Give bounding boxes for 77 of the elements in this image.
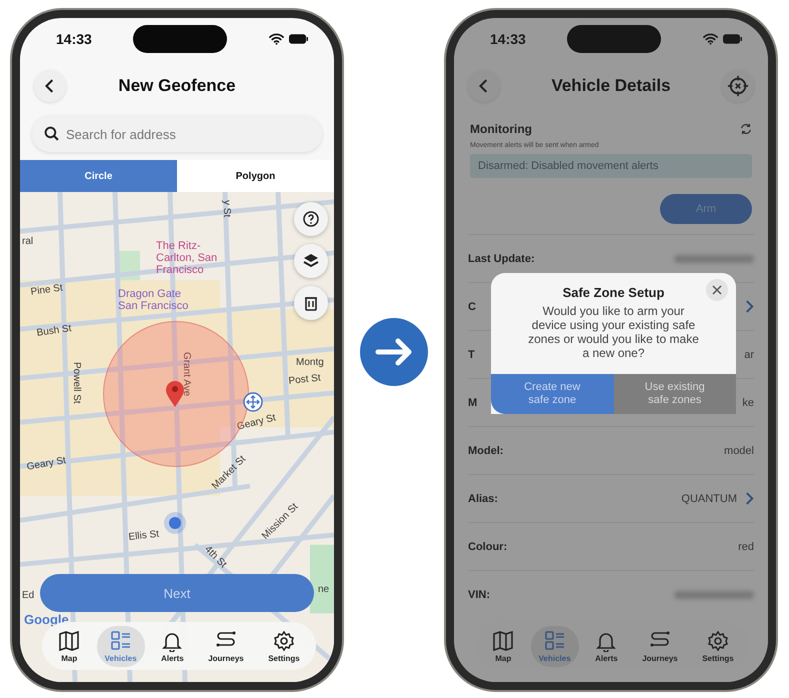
nav-item[interactable]: Journeys	[200, 626, 252, 666]
detail-value: ke	[742, 396, 754, 408]
detail-value: ar	[744, 348, 754, 360]
nav-item[interactable]: Settings	[694, 626, 742, 666]
gear-icon	[272, 630, 295, 652]
detail-value: red	[738, 540, 754, 552]
close-button[interactable]	[706, 279, 728, 301]
screen-title: Vehicle Details	[551, 76, 671, 96]
help-icon	[303, 211, 319, 227]
battery-icon	[723, 34, 742, 44]
detail-label: Alias:	[468, 492, 498, 504]
map-label: Pine St	[30, 282, 64, 298]
nav-item[interactable]: Alerts	[587, 626, 626, 666]
nav-item[interactable]: Settings	[260, 626, 308, 666]
map-label: Post St	[288, 372, 322, 387]
map-icon	[58, 630, 80, 652]
dialog-option-button[interactable]: Use existing safe zones	[614, 374, 736, 414]
nav-item[interactable]: Map	[484, 626, 522, 666]
detail-label: VIN:	[468, 588, 490, 600]
mode-tab[interactable]: Polygon	[177, 160, 334, 192]
map-label: Grant Ave	[181, 352, 192, 396]
detail-label: Last Update:	[468, 252, 535, 264]
gear-icon	[706, 630, 729, 652]
detail-label: T	[468, 348, 475, 360]
map-icon	[492, 630, 514, 652]
status-field: Disarmed: Disabled movement alerts	[470, 154, 752, 178]
map-label: Bush St	[36, 323, 72, 339]
map-label: ral	[22, 236, 34, 247]
status-time: 14:33	[490, 31, 526, 47]
back-button[interactable]	[34, 70, 66, 102]
detail-label: Model:	[468, 444, 504, 456]
dialog-title: Safe Zone Setup	[562, 285, 664, 300]
map-label: ne	[318, 584, 330, 595]
map-pin-icon	[165, 380, 185, 408]
detail-label: Colour:	[468, 540, 508, 552]
next-button[interactable]: Next	[40, 574, 314, 612]
crosshair-icon	[726, 75, 749, 97]
battery-icon	[289, 34, 308, 44]
map-label: Dragon Gate San Francisco	[118, 288, 190, 312]
screen-title: New Geofence	[118, 76, 236, 96]
wifi-icon	[269, 33, 284, 45]
map-label: Ellis St	[128, 528, 160, 543]
move-handle-icon[interactable]	[243, 392, 263, 412]
detail-value: QUANTUM	[681, 492, 737, 504]
nav-item[interactable]: Journeys	[634, 626, 686, 666]
list-icon	[110, 630, 132, 652]
map-label: Geary St	[26, 455, 67, 473]
chevron-right-icon[interactable]	[745, 491, 754, 506]
map-label: Geary St	[236, 412, 277, 433]
arrow-right-icon	[360, 318, 428, 386]
map-label: Powell St	[71, 362, 82, 404]
search-field[interactable]: Search for address	[32, 116, 322, 152]
list-icon	[544, 630, 566, 652]
dialog-message: Would you like to arm your device using your existing safe zones or would you like to make a new one?	[528, 304, 700, 362]
nav-item[interactable]: Alerts	[153, 626, 192, 666]
map-label: The Ritz-Carlton, San Francisco	[156, 240, 218, 276]
search-icon	[44, 126, 59, 141]
refresh-icon[interactable]	[740, 123, 752, 135]
section-title: Monitoring	[470, 122, 532, 136]
map-label: Montg	[296, 357, 324, 368]
layers-icon	[303, 253, 319, 269]
nav-item[interactable]: Map	[50, 626, 88, 666]
detail-label: M	[468, 396, 478, 408]
trash-icon	[303, 295, 319, 311]
dialog-option-button[interactable]: Create new safe zone	[491, 374, 614, 414]
detail-value: model	[724, 444, 754, 456]
mode-tab[interactable]: Circle	[20, 160, 177, 192]
detail-label: C	[468, 300, 476, 312]
map-label: 4th St	[202, 544, 228, 570]
map-label: Google	[24, 612, 69, 627]
status-time: 14:33	[56, 31, 92, 47]
chevron-right-icon[interactable]	[745, 299, 754, 314]
map-label: Ed	[22, 590, 34, 601]
wifi-icon	[703, 33, 718, 45]
close-icon	[712, 285, 722, 295]
nav-item[interactable]: Vehicles	[96, 626, 145, 666]
map-label: y St	[221, 200, 232, 218]
